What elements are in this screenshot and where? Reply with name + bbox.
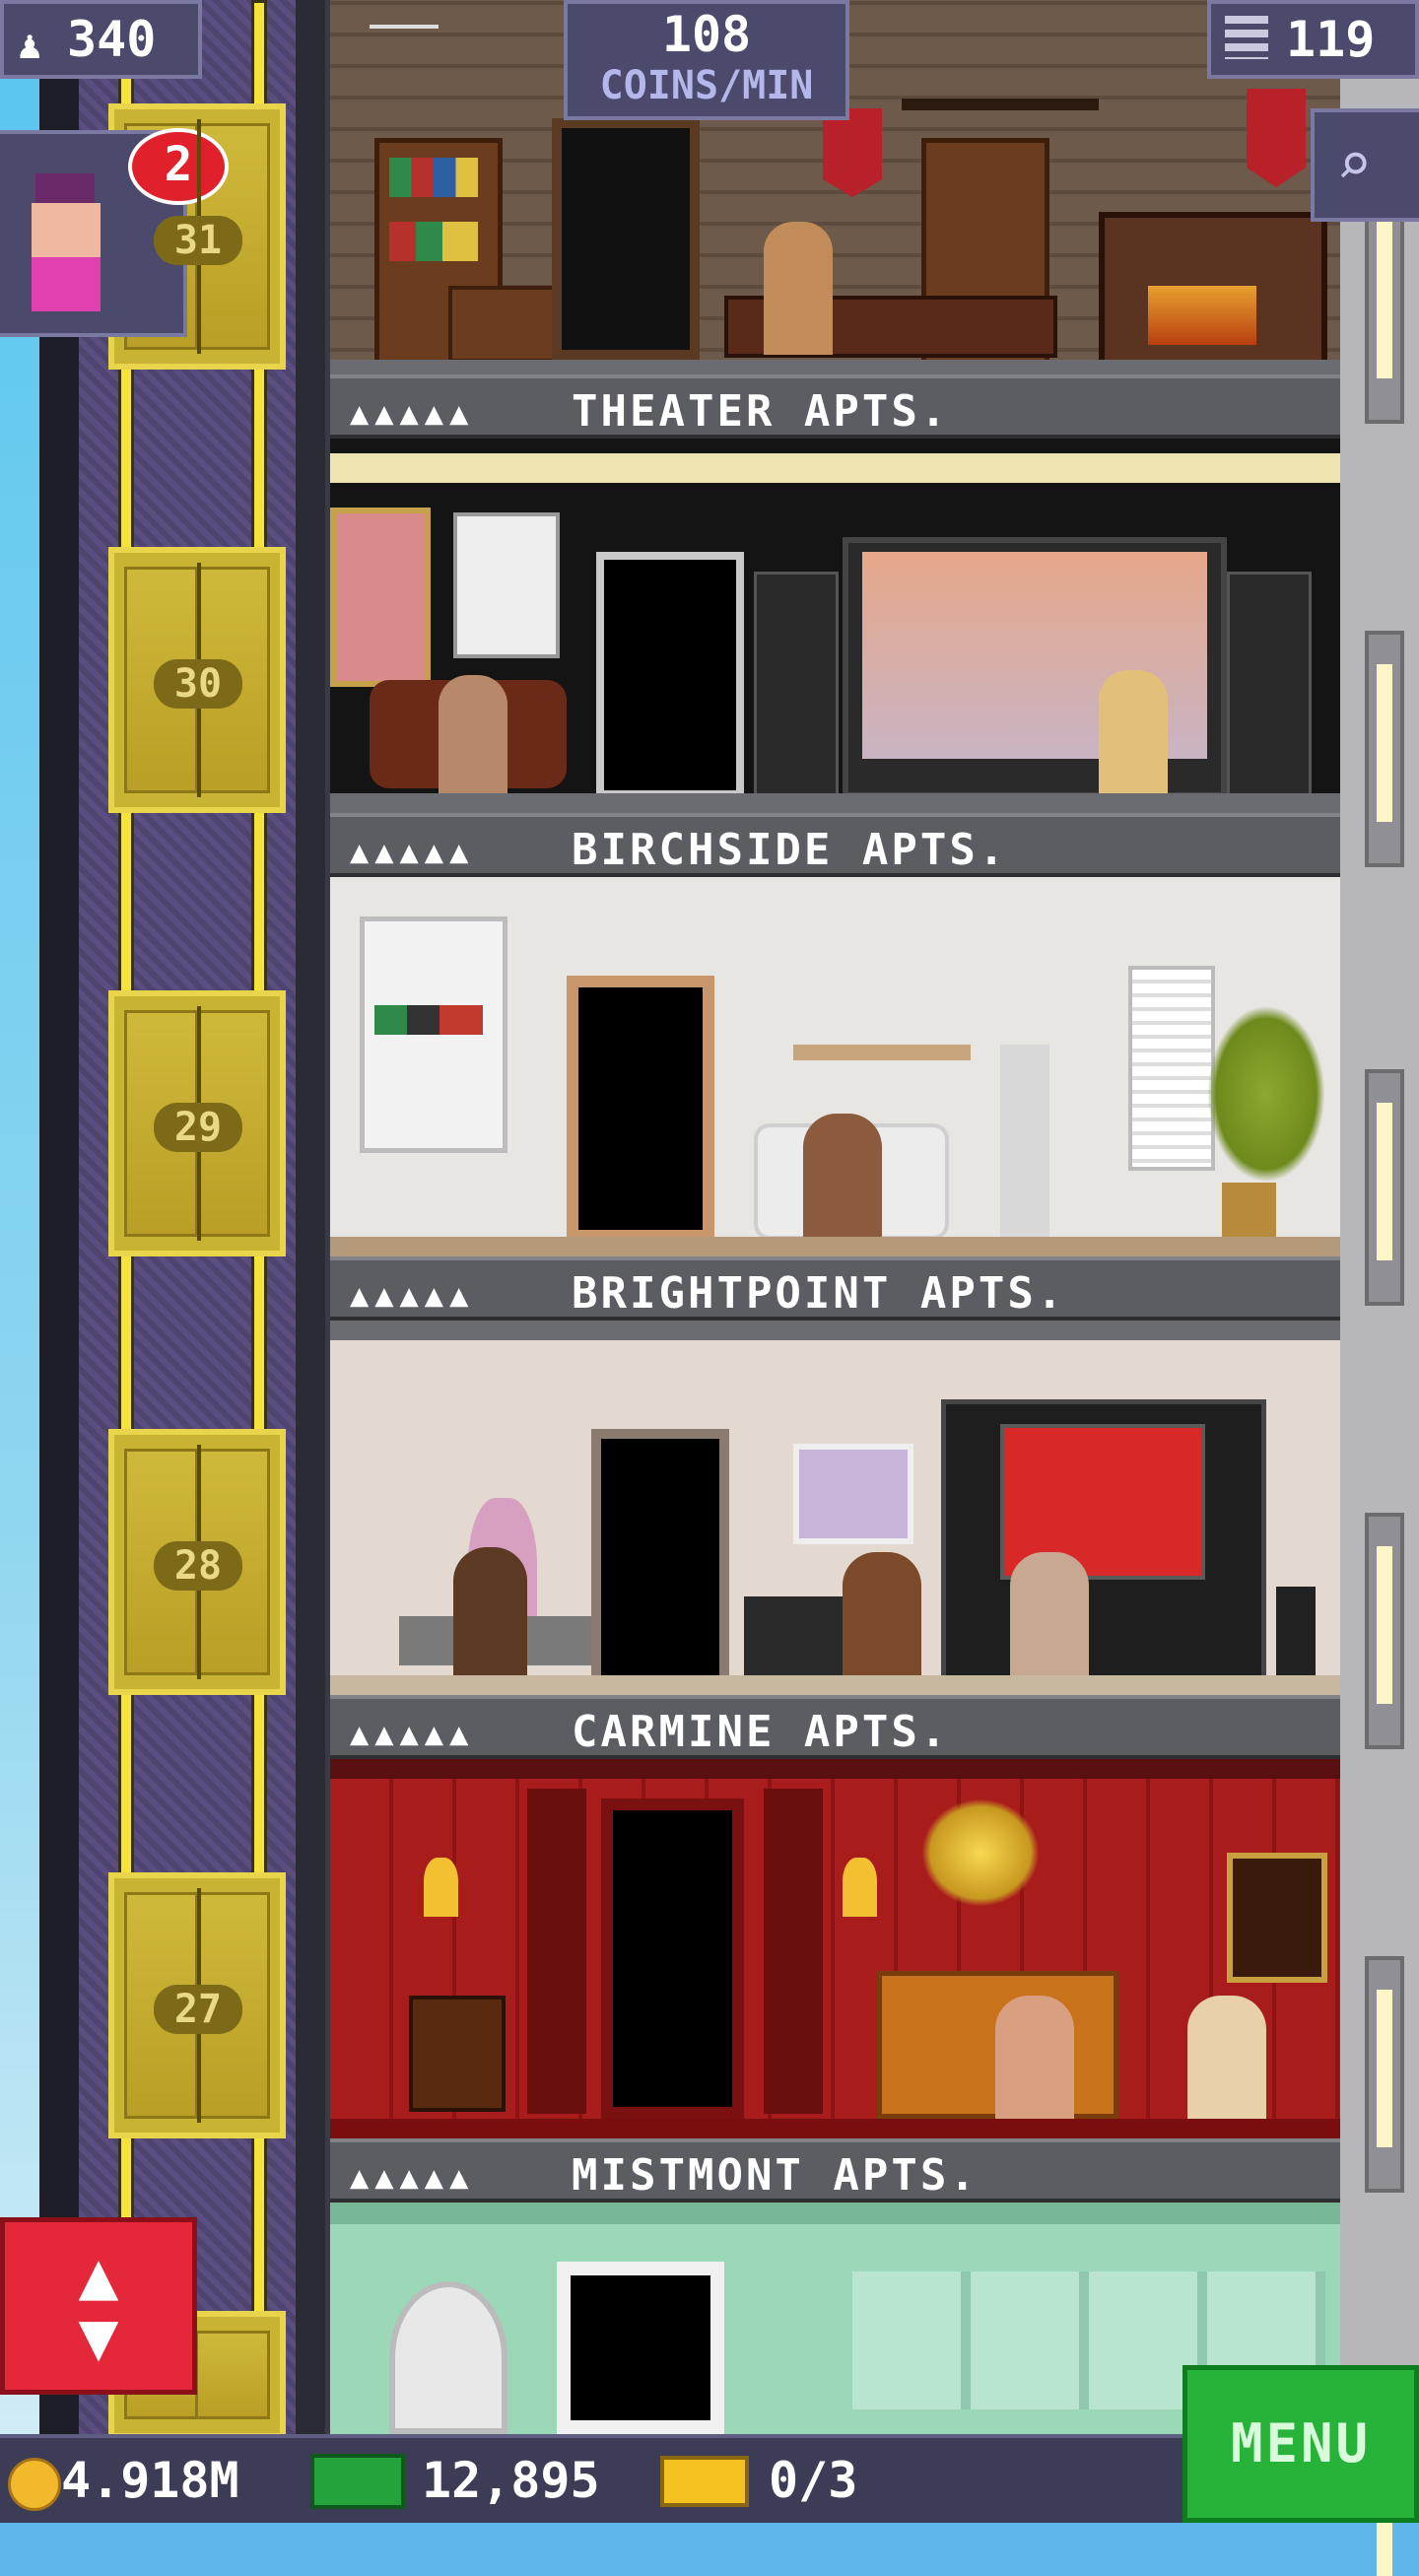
shaft-wall [296, 0, 325, 2434]
floor-name: MISTMONT APTS. [572, 2150, 979, 2201]
exterior-window [1365, 1513, 1404, 1749]
population-counter[interactable]: ♟ 340 [0, 0, 202, 79]
coins-rate-panel: 108 COINS/MIN [564, 0, 849, 120]
tower-bux-icon [310, 2454, 405, 2509]
elevator-nav-button[interactable]: ▲ ▼ [0, 2217, 197, 2395]
resident-character[interactable] [1099, 670, 1168, 793]
floor-label-brightpoint: ▲▲▲▲▲ BRIGHTPOINT APTS. [330, 1256, 1340, 1321]
resident-character[interactable] [843, 1552, 921, 1680]
chandelier [921, 1798, 1040, 1907]
window-blinds [1128, 966, 1215, 1171]
banner [1247, 89, 1306, 187]
exterior-window [1365, 187, 1404, 424]
floor-room-brightpoint[interactable] [330, 1321, 1340, 1695]
coins-rate-value: 108 [661, 6, 752, 63]
speaker [1227, 572, 1312, 804]
plant-pot [1222, 1183, 1276, 1237]
room-doorway [552, 118, 700, 360]
elevator-floor-number: 31 [154, 216, 242, 265]
menu-button[interactable]: MENU [1182, 2365, 1419, 2523]
exterior-window [1365, 1956, 1404, 2193]
room-doorway [567, 976, 714, 1242]
floor-lamp [1000, 1045, 1049, 1242]
wall-painting [1227, 1853, 1327, 1983]
poster [453, 512, 560, 658]
poster [330, 508, 431, 687]
coins-value: 4.918M [61, 2452, 239, 2509]
floor-room-birchside[interactable] [330, 877, 1340, 1256]
resident-character[interactable] [803, 1114, 882, 1237]
resident-character[interactable] [453, 1547, 527, 1675]
resident-slots: ▲▲▲▲▲ [350, 1276, 475, 1314]
magnifier-icon: ⌕ [1336, 130, 1373, 199]
wall-sconce [843, 1858, 877, 1917]
chandelier [902, 20, 1099, 110]
floor-room-carmine[interactable] [330, 1759, 1340, 2138]
resident-slots: ▲▲▲▲▲ [350, 1715, 475, 1752]
elevator-door-28[interactable]: 28 [108, 1429, 286, 1695]
exterior-window [1365, 1069, 1404, 1306]
mirror [389, 2281, 507, 2434]
up-down-arrows-icon: ▲ ▼ [78, 2237, 119, 2376]
elevator-floor-number: 28 [154, 1541, 242, 1591]
wall-painting [793, 1444, 913, 1544]
fire [1148, 286, 1256, 345]
floor-label-carmine: ▲▲▲▲▲ CARMINE APTS. [330, 1695, 1340, 1759]
person-icon: ♟ [18, 23, 42, 68]
search-button[interactable]: ⌕ [1311, 108, 1419, 222]
speaker [754, 572, 839, 804]
resident-slots: ▲▲▲▲▲ [350, 394, 475, 432]
room-doorway [601, 1798, 744, 2119]
floor-label-birchside: ▲▲▲▲▲ BIRCHSIDE APTS. [330, 813, 1340, 877]
floor-name: BRIGHTPOINT APTS. [572, 1268, 1066, 1319]
tickets-value: 0/3 [769, 2452, 858, 2509]
elevator-door-29[interactable]: 29 [108, 990, 286, 1256]
coin-icon [8, 2458, 61, 2511]
floor-label-theater: ▲▲▲▲▲ THEATER APTS. [330, 374, 1340, 439]
resident-slots: ▲▲▲▲▲ [350, 833, 475, 870]
plant [1207, 1005, 1325, 1183]
building-icon [1225, 16, 1268, 59]
room-doorway [596, 552, 744, 798]
coins-rate-unit: COINS/MIN [599, 63, 814, 108]
bux-value: 12,895 [422, 2452, 600, 2509]
visitor-avatar [32, 173, 101, 321]
floor-room-theater[interactable] [330, 439, 1340, 813]
ticket-icon [660, 2456, 749, 2507]
exterior-window [1365, 631, 1404, 867]
population-value: 340 [67, 11, 157, 68]
floor-counter[interactable]: 119 [1207, 0, 1419, 79]
notification-badge: 2 [128, 128, 229, 205]
elevator-door-27[interactable]: 27 [108, 1872, 286, 2138]
resident-character[interactable] [764, 222, 833, 355]
column [527, 1789, 586, 2114]
floor-label-mistmont: ▲▲▲▲▲ MISTMONT APTS. [330, 2138, 1340, 2203]
resident-character[interactable] [995, 1996, 1074, 2119]
floor-name: BIRCHSIDE APTS. [572, 825, 1008, 875]
resident-slots: ▲▲▲▲▲ [350, 2158, 475, 2196]
elevator-door-30[interactable]: 30 [108, 547, 286, 813]
resident-character[interactable] [1187, 1996, 1266, 2119]
column [764, 1789, 823, 2114]
wall-sconce [424, 1858, 458, 1917]
shelf [793, 1045, 971, 1060]
elevator-floor-number: 27 [154, 1985, 242, 2034]
elevator-floor-number: 30 [154, 659, 242, 709]
elevator-floor-number: 29 [154, 1103, 242, 1152]
room-doorway [591, 1429, 729, 1690]
floor-count-value: 119 [1286, 11, 1376, 68]
floor-name: CARMINE APTS. [572, 1707, 950, 1757]
nightstand [409, 1996, 506, 2112]
shaft-outer-rail [39, 0, 79, 2523]
banner [823, 108, 882, 197]
resident-character[interactable] [1010, 1552, 1089, 1680]
speaker [1276, 1587, 1316, 1680]
floor-name: THEATER APTS. [572, 386, 950, 437]
resident-character[interactable] [439, 675, 507, 793]
room-doorway [557, 2262, 724, 2434]
cabinet [360, 916, 507, 1153]
